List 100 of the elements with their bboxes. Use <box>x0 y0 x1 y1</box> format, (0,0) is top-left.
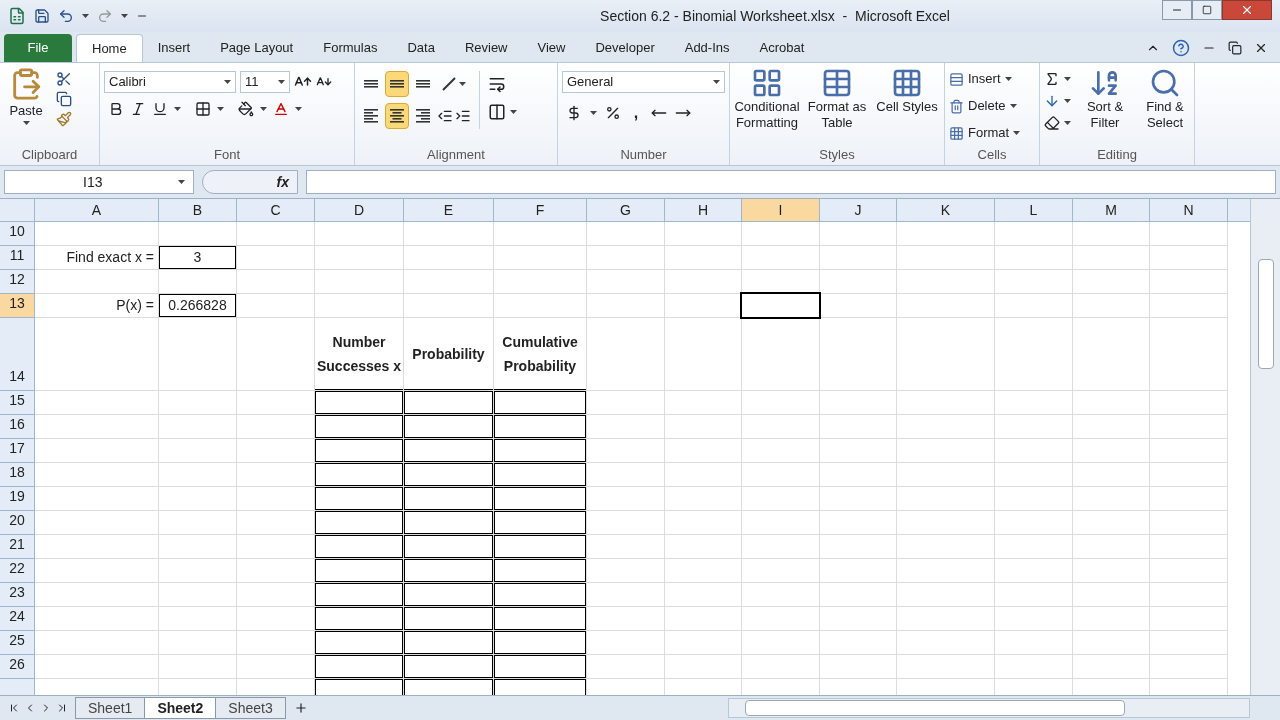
grid-cell[interactable] <box>587 294 665 318</box>
grid-cell[interactable] <box>159 439 237 463</box>
grid-cell[interactable] <box>35 583 159 607</box>
grid-cell[interactable] <box>237 655 315 679</box>
comma-style-button[interactable]: , <box>629 101 643 125</box>
decrease-indent-icon[interactable] <box>437 108 453 124</box>
percent-icon[interactable] <box>605 105 621 121</box>
grid-cell[interactable] <box>897 655 995 679</box>
grid-cell[interactable] <box>742 487 820 511</box>
cells-command[interactable]: Format <box>949 121 1021 145</box>
grid-cell[interactable] <box>820 439 897 463</box>
ribbon-tab[interactable]: View <box>522 34 581 62</box>
grid-cell[interactable] <box>820 607 897 631</box>
grid-cell[interactable] <box>1150 655 1228 679</box>
clear-icon[interactable] <box>1044 115 1060 131</box>
row-header[interactable]: 19 <box>0 487 35 511</box>
grid-cell[interactable] <box>665 487 742 511</box>
grid-cell[interactable] <box>1073 535 1150 559</box>
ribbon-tab[interactable]: Data <box>392 34 450 62</box>
ribbon-tab[interactable]: Formulas <box>308 34 393 62</box>
styles-command[interactable]: Format as Table <box>804 67 870 131</box>
merge-cells-icon[interactable] <box>488 103 506 121</box>
grid-cell[interactable] <box>665 222 742 246</box>
grid-cell[interactable] <box>404 222 494 246</box>
grid-cell[interactable] <box>897 222 995 246</box>
column-header[interactable]: B <box>159 199 237 221</box>
grid-cell[interactable] <box>1073 511 1150 535</box>
grid-cell[interactable] <box>820 631 897 655</box>
grid-cell[interactable] <box>665 511 742 535</box>
grid-cell[interactable] <box>1073 270 1150 294</box>
grid-cell[interactable] <box>820 487 897 511</box>
grid-cell[interactable] <box>159 391 237 415</box>
grid-cell[interactable] <box>494 294 587 318</box>
grid-cell[interactable] <box>237 391 315 415</box>
horizontal-align-button[interactable] <box>385 103 409 129</box>
grid-cell[interactable] <box>897 535 995 559</box>
grid-cell[interactable] <box>1150 439 1228 463</box>
row-header[interactable]: 13 <box>0 294 35 318</box>
cut-icon[interactable] <box>56 71 72 87</box>
new-sheet-icon[interactable] <box>293 701 308 715</box>
grid-cell[interactable] <box>742 535 820 559</box>
grid-cell[interactable] <box>1073 607 1150 631</box>
grid-cell[interactable] <box>665 270 742 294</box>
grid-cell[interactable]: Find exact x = <box>35 246 159 270</box>
grid-cell[interactable] <box>237 535 315 559</box>
grid-cell[interactable] <box>1150 246 1228 270</box>
first-sheet-icon[interactable] <box>8 702 20 714</box>
grid-cell[interactable] <box>1150 463 1228 487</box>
column-header[interactable]: C <box>237 199 315 221</box>
row-header[interactable]: 22 <box>0 559 35 583</box>
grid-cell[interactable] <box>237 511 315 535</box>
grid-cell[interactable] <box>1150 391 1228 415</box>
cells-command[interactable]: Insert <box>949 67 1021 91</box>
horizontal-scrollbar[interactable] <box>727 698 1250 718</box>
grid-cell[interactable] <box>1073 583 1150 607</box>
grid-cell[interactable] <box>1150 535 1228 559</box>
grid-cell[interactable]: Cumulative Probability <box>494 318 587 391</box>
currency-icon[interactable] <box>566 105 582 121</box>
underline-icon[interactable] <box>152 101 168 117</box>
grid-cell[interactable] <box>1150 559 1228 583</box>
grid-cell[interactable] <box>1073 222 1150 246</box>
paste-button[interactable]: Paste <box>4 67 48 127</box>
grid-cell[interactable] <box>995 511 1073 535</box>
row-header[interactable]: 23 <box>0 583 35 607</box>
ribbon-tab[interactable]: Acrobat <box>744 34 820 62</box>
column-header[interactable]: M <box>1073 199 1150 221</box>
grid-cell[interactable] <box>35 559 159 583</box>
grid-cell[interactable] <box>587 270 665 294</box>
grid-cell[interactable] <box>665 535 742 559</box>
grid-cell[interactable] <box>995 270 1073 294</box>
grid-cell[interactable] <box>35 222 159 246</box>
styles-command[interactable]: Cell Styles <box>874 67 940 131</box>
name-box[interactable]: I13 <box>4 170 194 194</box>
grid-cell[interactable] <box>315 294 404 318</box>
grid-cell[interactable] <box>820 559 897 583</box>
grid-cell[interactable] <box>897 511 995 535</box>
grid-cell[interactable] <box>665 246 742 270</box>
column-header[interactable]: L <box>995 199 1073 221</box>
grid-cell[interactable] <box>587 583 665 607</box>
grid-cell[interactable] <box>1150 631 1228 655</box>
grid-cell[interactable] <box>742 246 820 270</box>
grid-cell[interactable] <box>665 415 742 439</box>
grid-cell[interactable] <box>237 294 315 318</box>
font-name-field[interactable]: Calibri <box>104 71 236 93</box>
grid-cell[interactable] <box>315 270 404 294</box>
grid-cell[interactable] <box>1073 391 1150 415</box>
ribbon-tab[interactable]: Add-Ins <box>669 34 745 62</box>
increase-indent-icon[interactable] <box>455 108 471 124</box>
grid-cell[interactable] <box>159 222 237 246</box>
help-icon[interactable] <box>1172 39 1190 57</box>
grid-cell[interactable] <box>665 391 742 415</box>
grid-cell[interactable] <box>35 439 159 463</box>
grid-cell[interactable] <box>742 511 820 535</box>
grid-cell[interactable] <box>820 246 897 270</box>
row-header[interactable]: 21 <box>0 535 35 559</box>
grid-cell[interactable] <box>1073 631 1150 655</box>
grid-cell[interactable] <box>494 270 587 294</box>
format-painter-icon[interactable] <box>56 111 72 127</box>
grid-cell[interactable] <box>35 270 159 294</box>
redo-icon[interactable] <box>97 8 113 24</box>
